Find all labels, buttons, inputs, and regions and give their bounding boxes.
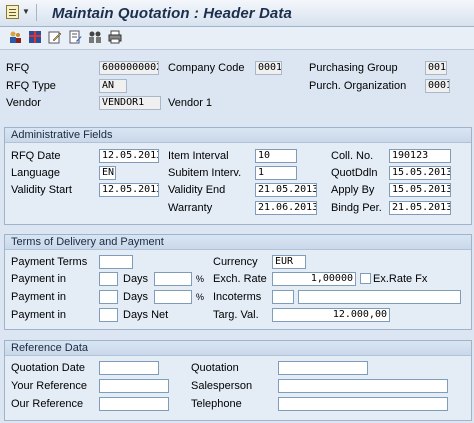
payment-in-days-field-2[interactable] — [99, 290, 118, 304]
telephone-field[interactable] — [278, 397, 448, 411]
payment-terms-field[interactable] — [99, 255, 133, 269]
incoterms-label: Incoterms — [213, 291, 262, 303]
quot-deadline-label: QuotDdln — [331, 167, 378, 179]
application-toolbar — [0, 27, 474, 50]
your-reference-label: Your Reference — [11, 380, 88, 392]
exchange-rate-label: Exch. Rate — [213, 273, 267, 285]
title-separator — [36, 4, 37, 21]
warranty-field[interactable]: 21.06.2013 — [255, 201, 317, 215]
target-value-label: Targ. Val. — [213, 309, 259, 321]
percent-sign-1: % — [196, 274, 205, 284]
target-value-field[interactable]: 12.000,00 — [272, 308, 390, 322]
company-code-label: Company Code — [168, 62, 245, 74]
language-field[interactable]: EN — [99, 166, 116, 180]
purchasing-group-field[interactable]: 001 — [425, 61, 447, 75]
payment-in-label-1: Payment in — [11, 273, 67, 285]
dropdown-arrow-icon[interactable]: ▼ — [21, 5, 31, 19]
payment-in-label-2: Payment in — [11, 291, 67, 303]
binding-period-field[interactable]: 21.05.2013 — [389, 201, 451, 215]
coll-no-label: Coll. No. — [331, 150, 374, 162]
exchange-rate-fixed-checkbox[interactable] — [360, 273, 371, 284]
validity-end-label: Validity End — [168, 184, 226, 196]
incoterms-field-1[interactable] — [272, 290, 294, 304]
days-label-1: Days — [123, 273, 149, 285]
rfq-type-label: RFQ Type — [6, 80, 56, 92]
validity-start-field[interactable]: 12.05.2013 — [99, 183, 159, 197]
purch-org-field[interactable]: 0001 — [425, 79, 450, 93]
quot-deadline-field[interactable]: 15.05.2013 — [389, 166, 451, 180]
flag-icon[interactable] — [28, 30, 42, 44]
document-edit-icon[interactable] — [68, 30, 82, 44]
exchange-rate-field[interactable]: 1,00000 — [272, 272, 356, 286]
quotation-label: Quotation — [191, 362, 239, 374]
item-interval-field[interactable]: 10 — [255, 149, 297, 163]
title-bar: ▼ Maintain Quotation : Header Data — [0, 0, 474, 27]
salesperson-label: Salesperson — [191, 380, 253, 392]
incoterms-field-2[interactable] — [298, 290, 461, 304]
percent-sign-2: % — [196, 292, 205, 302]
rfq-date-field[interactable]: 12.05.2013 — [99, 149, 159, 163]
rfq-field[interactable]: 6000000002 — [99, 61, 159, 75]
rfq-date-label: RFQ Date — [11, 150, 61, 162]
vendor-field[interactable]: VENDOR1 — [99, 96, 161, 110]
discount-percent-field-2[interactable] — [154, 290, 192, 304]
your-reference-field[interactable] — [99, 379, 169, 393]
edit-icon[interactable] — [48, 30, 62, 44]
days-label-2: Days — [123, 291, 149, 303]
validity-end-field[interactable]: 21.05.2013 — [255, 183, 317, 197]
group-title: Administrative Fields — [5, 128, 471, 143]
language-label: Language — [11, 167, 60, 179]
binding-period-label: Bindg Per. — [331, 202, 382, 214]
discount-percent-field-1[interactable] — [154, 272, 192, 286]
purch-org-label: Purch. Organization — [309, 80, 407, 92]
exchange-rate-fixed-label: Ex.Rate Fx — [373, 273, 428, 285]
partner-icon[interactable] — [88, 30, 102, 44]
days-net-label: Days Net — [123, 309, 169, 321]
menu-icon[interactable] — [6, 5, 19, 19]
quotation-field[interactable] — [278, 361, 368, 375]
coll-no-field[interactable]: 190123 — [389, 149, 451, 163]
apply-by-field[interactable]: 15.05.2013 — [389, 183, 451, 197]
subitem-interval-field[interactable]: 1 — [255, 166, 297, 180]
telephone-label: Telephone — [191, 398, 242, 410]
our-reference-label: Our Reference — [11, 398, 84, 410]
payment-in-days-net-field[interactable] — [99, 308, 118, 322]
payment-in-days-field-1[interactable] — [99, 272, 118, 286]
group-title: Reference Data — [5, 341, 471, 356]
subitem-interval-label: Subitem Interv. — [168, 167, 242, 179]
rfq-type-field[interactable]: AN — [99, 79, 127, 93]
rfq-label: RFQ — [6, 62, 30, 74]
item-interval-label: Item Interval — [168, 150, 229, 162]
payment-in-label-3: Payment in — [11, 309, 67, 321]
group-title: Terms of Delivery and Payment — [5, 235, 471, 250]
validity-start-label: Validity Start — [11, 184, 72, 196]
company-code-field[interactable]: 0001 — [255, 61, 282, 75]
people-icon[interactable] — [8, 30, 22, 44]
salesperson-field[interactable] — [278, 379, 448, 393]
print-icon[interactable] — [108, 30, 122, 44]
apply-by-label: Apply By — [331, 184, 375, 196]
our-reference-field[interactable] — [99, 397, 169, 411]
page-title: Maintain Quotation : Header Data — [52, 5, 292, 22]
currency-field[interactable]: EUR — [272, 255, 306, 269]
vendor-label: Vendor — [6, 97, 41, 109]
currency-label: Currency — [213, 256, 258, 268]
quotation-date-label: Quotation Date — [11, 362, 85, 374]
warranty-label: Warranty — [168, 202, 213, 214]
purchasing-group-label: Purchasing Group — [309, 62, 398, 74]
quotation-date-field[interactable] — [99, 361, 159, 375]
payment-terms-label: Payment Terms — [11, 256, 88, 268]
vendor-name: Vendor 1 — [168, 97, 213, 109]
